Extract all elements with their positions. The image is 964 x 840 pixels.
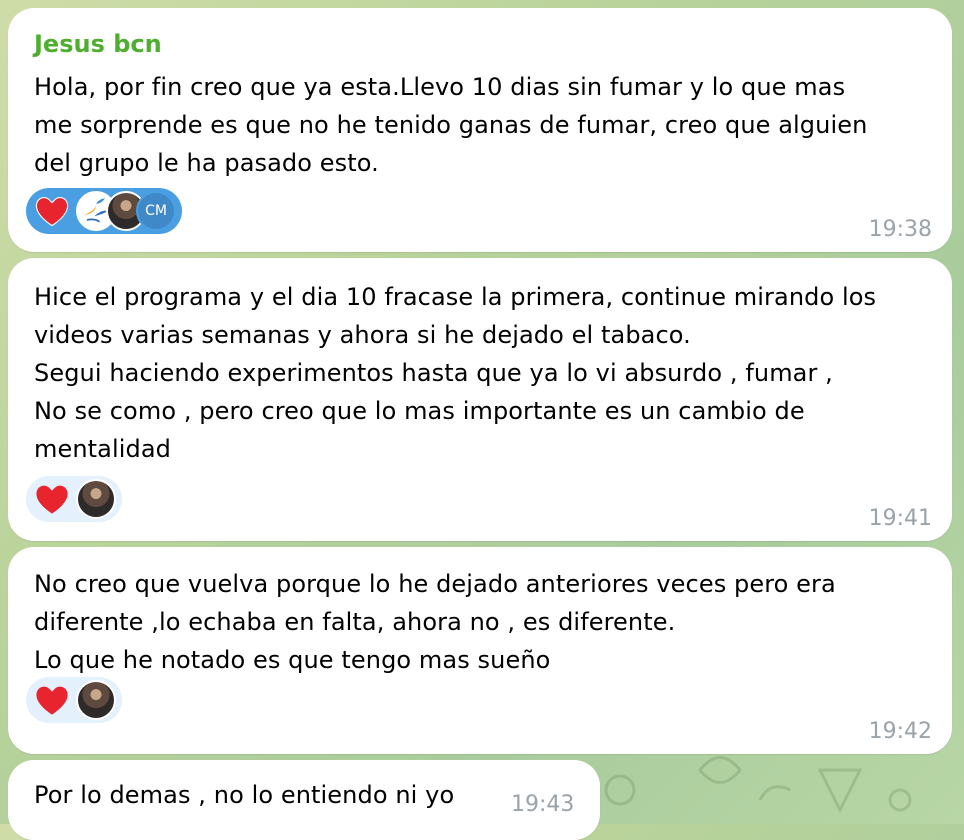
message-time: 19:42 [868, 719, 932, 744]
reaction-avatars [76, 680, 116, 720]
heart-icon [36, 485, 68, 514]
message-text: Por lo demas , no lo entiendo ni yo [34, 781, 455, 809]
reaction-chip[interactable] [26, 476, 122, 522]
message-sender[interactable]: Jesus bcn [34, 30, 162, 58]
message-text: Hola, por fin creo que ya esta.Llevo 10 … [34, 73, 868, 177]
reaction-chip[interactable] [26, 677, 122, 723]
message-time: 19:43 [511, 792, 575, 817]
heart-icon [35, 197, 69, 227]
message-text: Hice el programa y el dia 10 fracase la … [34, 283, 877, 463]
avatar [76, 479, 116, 519]
avatar-initials: CM [136, 191, 176, 231]
reaction-avatars [76, 479, 116, 519]
reaction-avatars: CM [76, 191, 176, 231]
message-bubble[interactable]: Por lo demas , no lo entiendo ni yo 19:4… [8, 760, 600, 840]
message-time: 19:38 [868, 217, 932, 242]
message-bubble[interactable]: Jesus bcn Hola, por fin creo que ya esta… [8, 8, 952, 252]
message-bubble[interactable]: Hice el programa y el dia 10 fracase la … [8, 258, 952, 541]
message-time: 19:41 [868, 506, 932, 531]
reaction-chip[interactable]: CM [26, 188, 182, 234]
message-text: No creo que vuelva porque lo he dejado a… [34, 570, 836, 674]
avatar [76, 680, 116, 720]
heart-icon [36, 686, 68, 715]
message-bubble[interactable]: No creo que vuelva porque lo he dejado a… [8, 547, 952, 754]
